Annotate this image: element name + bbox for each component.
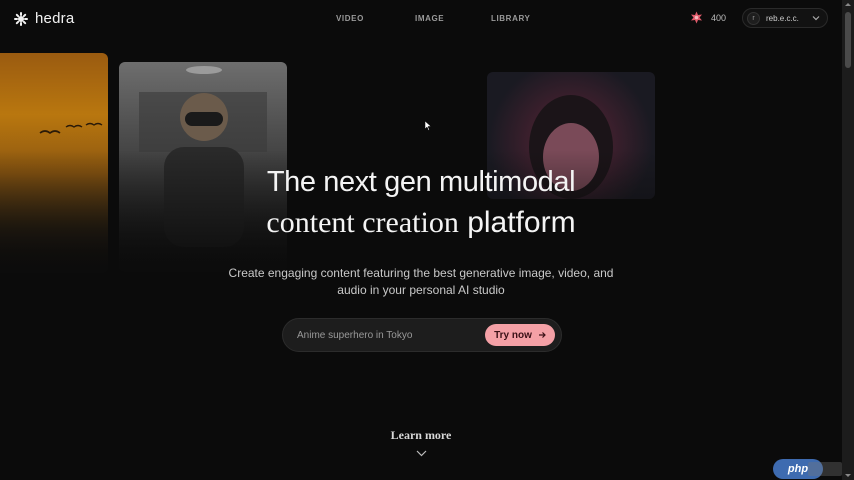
credits-icon bbox=[691, 11, 702, 24]
credits-count: 400 bbox=[711, 12, 727, 23]
arrow-right-icon bbox=[538, 332, 546, 338]
hero-title-line1: The next gen multimodal bbox=[266, 166, 576, 198]
prompt-bar: Try now bbox=[282, 318, 562, 352]
hero-title-serif: content creation bbox=[266, 206, 459, 239]
mouse-cursor bbox=[425, 121, 432, 131]
user-menu[interactable]: r reb.e.c.c. bbox=[742, 8, 828, 28]
avatar: r bbox=[747, 11, 760, 25]
try-now-button[interactable]: Try now bbox=[485, 324, 555, 346]
scroll-thumb[interactable] bbox=[845, 12, 851, 68]
nav-library[interactable]: LIBRARY bbox=[491, 14, 530, 23]
hero-title-line2: content creation platform bbox=[0, 206, 842, 240]
learn-more-link[interactable]: Learn more bbox=[0, 428, 842, 443]
vertical-scrollbar[interactable] bbox=[842, 0, 854, 480]
hero-title-sans: platform bbox=[467, 206, 576, 239]
watermark-tail bbox=[808, 462, 842, 476]
hero-subtitle: Create engaging content featuring the be… bbox=[228, 266, 614, 297]
scroll-up-icon[interactable] bbox=[842, 0, 854, 10]
nav-image[interactable]: IMAGE bbox=[415, 14, 444, 23]
nav-video[interactable]: VIDEO bbox=[336, 14, 364, 23]
top-header: hedra VIDEO IMAGE LIBRARY 400 r reb.e.c.… bbox=[0, 0, 842, 38]
try-now-label: Try now bbox=[494, 329, 532, 341]
credits-display[interactable]: 400 bbox=[690, 11, 726, 24]
chevron-down-icon bbox=[812, 16, 820, 21]
learn-more-chevron-icon[interactable] bbox=[416, 449, 427, 458]
prompt-input[interactable] bbox=[297, 329, 485, 341]
username: reb.e.c.c. bbox=[766, 13, 799, 23]
scroll-down-icon[interactable] bbox=[842, 470, 854, 480]
